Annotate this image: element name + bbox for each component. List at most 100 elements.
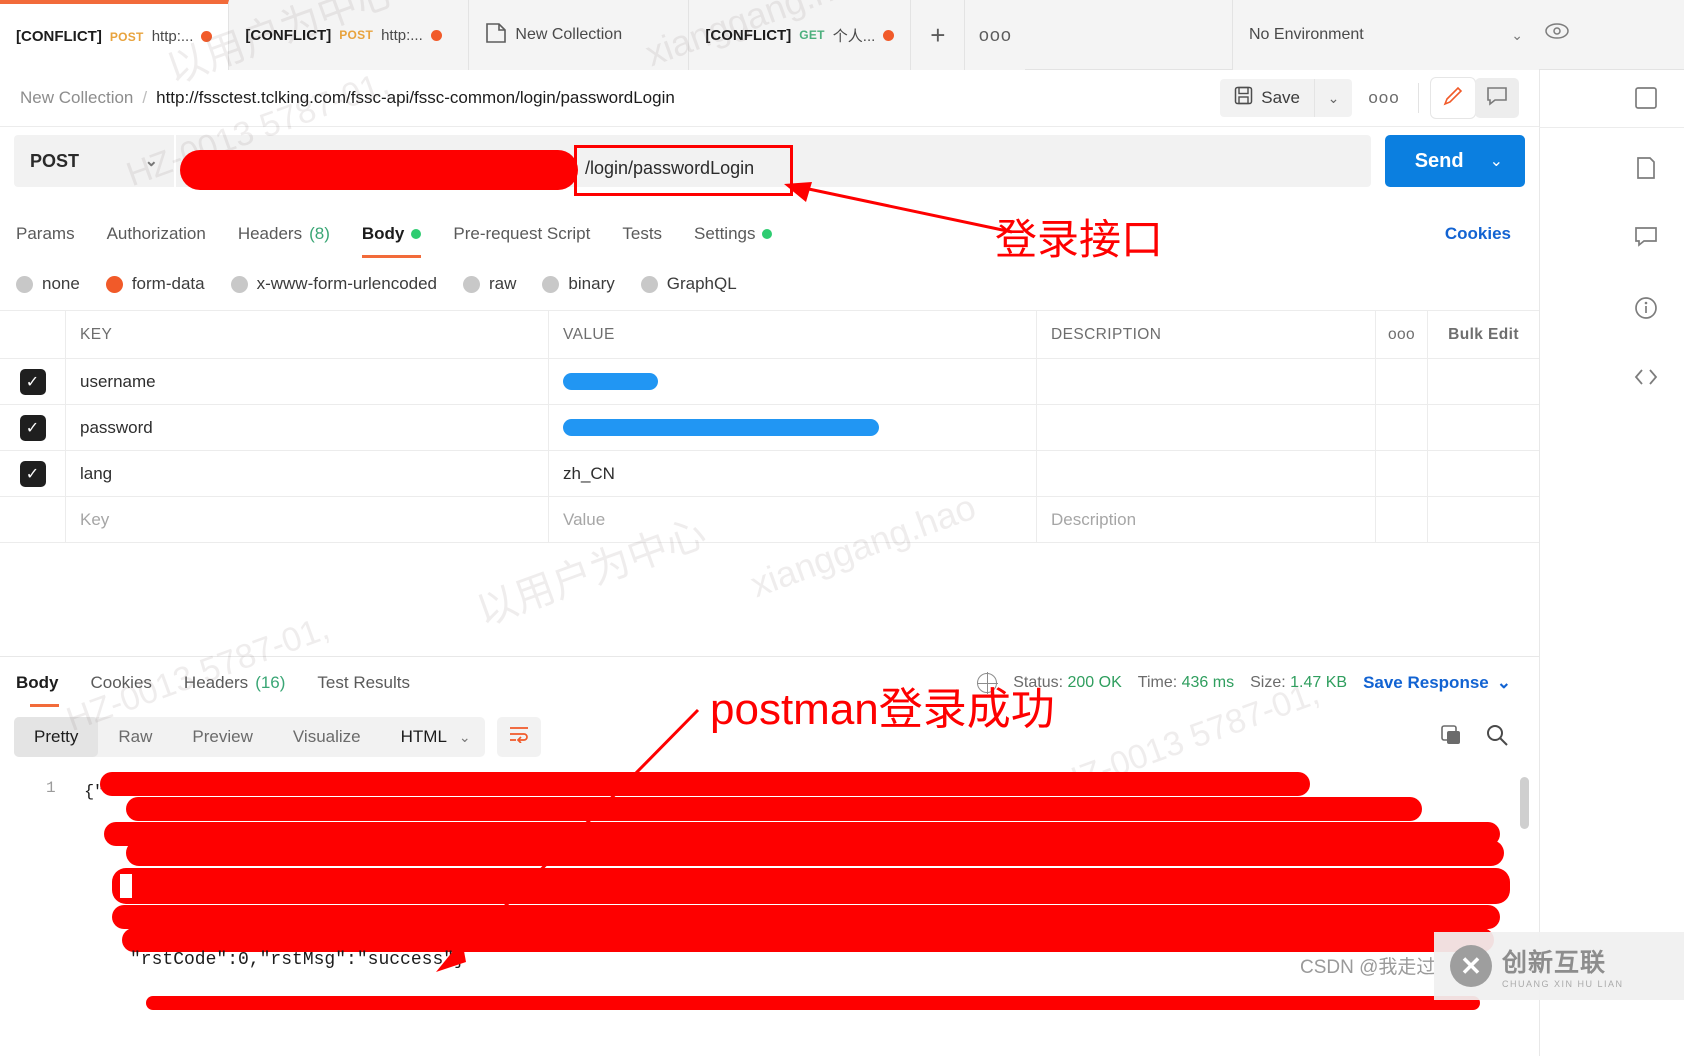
size-value: 1.47 KB [1290, 674, 1348, 691]
copy-button[interactable] [1439, 723, 1463, 752]
response-tab-headers[interactable]: Headers (16) [168, 659, 302, 707]
vertical-scrollbar-thumb[interactable] [1520, 777, 1529, 829]
tab-title: New Collection [515, 26, 623, 43]
body-type-binary[interactable]: binary [542, 274, 615, 294]
view-pretty[interactable]: Pretty [14, 717, 99, 757]
code-icon[interactable] [1634, 366, 1658, 394]
row-checkbox[interactable]: ✓ [0, 359, 66, 404]
body-type-graphql[interactable]: GraphQL [640, 274, 737, 294]
chevron-down-icon: ⌄ [1327, 89, 1340, 106]
request-tab-2[interactable]: [CONFLICT] POST http:... [229, 0, 470, 70]
annotation-arrow-1 [784, 182, 1013, 234]
body-type-urlencoded[interactable]: x-www-form-urlencoded [230, 274, 437, 294]
row-spacer [1376, 497, 1428, 542]
row-description[interactable] [1037, 451, 1376, 496]
body-type-raw[interactable]: raw [463, 274, 516, 294]
save-response-button[interactable]: Save Response ⌄ [1363, 673, 1511, 693]
radio-icon [640, 275, 658, 293]
tab-method-label: POST [339, 28, 374, 42]
layout-icon[interactable] [1634, 86, 1658, 116]
row-description[interactable] [1037, 405, 1376, 450]
row-key[interactable]: username [66, 359, 549, 404]
http-method-selector[interactable]: POST ⌄ [14, 135, 174, 187]
search-button[interactable] [1485, 723, 1509, 752]
documentation-icon[interactable] [1634, 156, 1658, 186]
table-row[interactable]: ✓ username [0, 359, 1539, 405]
new-row-checkbox[interactable] [0, 497, 66, 542]
postman-window: 以用户为中心 xianggang.hao HZ-0013 5787-01, 以用… [0, 0, 1684, 1056]
environment-selector[interactable]: No Environment ⌄ [1232, 0, 1539, 70]
body-type-form-data[interactable]: form-data [105, 274, 205, 294]
response-tab-body[interactable]: Body [14, 659, 75, 707]
tab-body[interactable]: Body [346, 210, 438, 258]
table-row[interactable]: ✓ lang zh_CN [0, 451, 1539, 497]
cookies-link[interactable]: Cookies [1445, 224, 1525, 244]
request-more-button[interactable]: ooo [1362, 79, 1406, 117]
view-preview[interactable]: Preview [172, 717, 272, 757]
view-raw[interactable]: Raw [98, 717, 172, 757]
breadcrumb-request-name[interactable]: http://fssctest.tclking.com/fssc-api/fss… [156, 88, 675, 108]
breadcrumb-collection[interactable]: New Collection [20, 88, 133, 108]
request-tabs: Params Authorization Headers (8) Body Pre… [0, 210, 1539, 258]
body-type-label: form-data [131, 274, 205, 293]
response-tab-cookies[interactable]: Cookies [75, 659, 168, 707]
tab-authorization[interactable]: Authorization [91, 210, 222, 258]
info-icon[interactable] [1634, 296, 1658, 326]
bulk-edit-button[interactable]: Bulk Edit [1428, 311, 1539, 358]
body-redaction-bar [112, 868, 1510, 904]
response-tab-test-results[interactable]: Test Results [301, 659, 426, 707]
save-button[interactable]: Save [1220, 79, 1314, 117]
header-value: VALUE [549, 311, 1037, 358]
table-new-row[interactable]: Key Value Description [0, 497, 1539, 543]
body-redaction-bar [120, 874, 132, 898]
new-row-key-input[interactable]: Key [66, 497, 549, 542]
row-value[interactable] [549, 405, 1037, 450]
save-options-button[interactable]: ⌄ [1314, 79, 1352, 117]
view-visualize[interactable]: Visualize [273, 717, 381, 757]
row-value[interactable] [549, 359, 1037, 404]
table-options-button[interactable]: ooo [1376, 311, 1428, 358]
tab-options-button[interactable]: ooo [965, 0, 1026, 70]
comments-icon[interactable] [1634, 226, 1658, 254]
send-button[interactable]: Send ⌄ [1384, 135, 1525, 187]
save-button-label: Save [1261, 88, 1300, 107]
unsaved-dot-icon [201, 31, 213, 42]
row-description[interactable] [1037, 359, 1376, 404]
form-data-table: KEY VALUE DESCRIPTION ooo Bulk Edit ✓ us… [0, 310, 1539, 543]
body-type-none[interactable]: none [16, 274, 80, 294]
row-checkbox[interactable]: ✓ [0, 451, 66, 496]
edit-pencil-button[interactable] [1431, 78, 1475, 118]
request-tab-4[interactable]: [CONFLICT] GET 个人... [689, 0, 912, 70]
new-row-description-input[interactable]: Description [1037, 497, 1376, 542]
breadcrumb-actions: Save ⌄ ooo [1220, 78, 1519, 118]
response-body-actions [1439, 723, 1525, 752]
tab-label: Authorization [106, 224, 206, 243]
collection-tab[interactable]: New Collection [469, 0, 690, 70]
green-dot-icon [762, 229, 773, 239]
tab-headers[interactable]: Headers (8) [222, 210, 346, 258]
radio-icon-selected [105, 275, 123, 293]
header-key: KEY [66, 311, 549, 358]
row-value[interactable]: zh_CN [549, 451, 1037, 496]
tab-params[interactable]: Params [14, 210, 91, 258]
comment-button[interactable] [1475, 78, 1519, 118]
chevron-down-icon: ⌄ [144, 153, 158, 170]
new-tab-button[interactable]: + [911, 0, 966, 70]
tab-label: Headers [237, 224, 303, 243]
status-value: 200 OK [1067, 674, 1122, 691]
row-key[interactable]: password [66, 405, 549, 450]
body-type-label: none [42, 274, 80, 293]
annotation-login-api: 登录接口 [995, 216, 1164, 263]
request-tab-1[interactable]: [CONFLICT] POST http:... [0, 0, 230, 70]
table-row[interactable]: ✓ password [0, 405, 1539, 451]
tab-pre-request-script[interactable]: Pre-request Script [437, 210, 606, 258]
eye-icon[interactable] [1545, 22, 1569, 45]
brand-name: 创新互联 [1502, 949, 1607, 977]
size-label: Size: [1250, 674, 1286, 691]
new-row-value-input[interactable]: Value [549, 497, 1037, 542]
row-checkbox[interactable]: ✓ [0, 405, 66, 450]
body-redaction-bar [112, 905, 1500, 929]
row-key[interactable]: lang [66, 451, 549, 496]
tab-settings[interactable]: Settings [678, 210, 788, 258]
tab-tests[interactable]: Tests [606, 210, 678, 258]
